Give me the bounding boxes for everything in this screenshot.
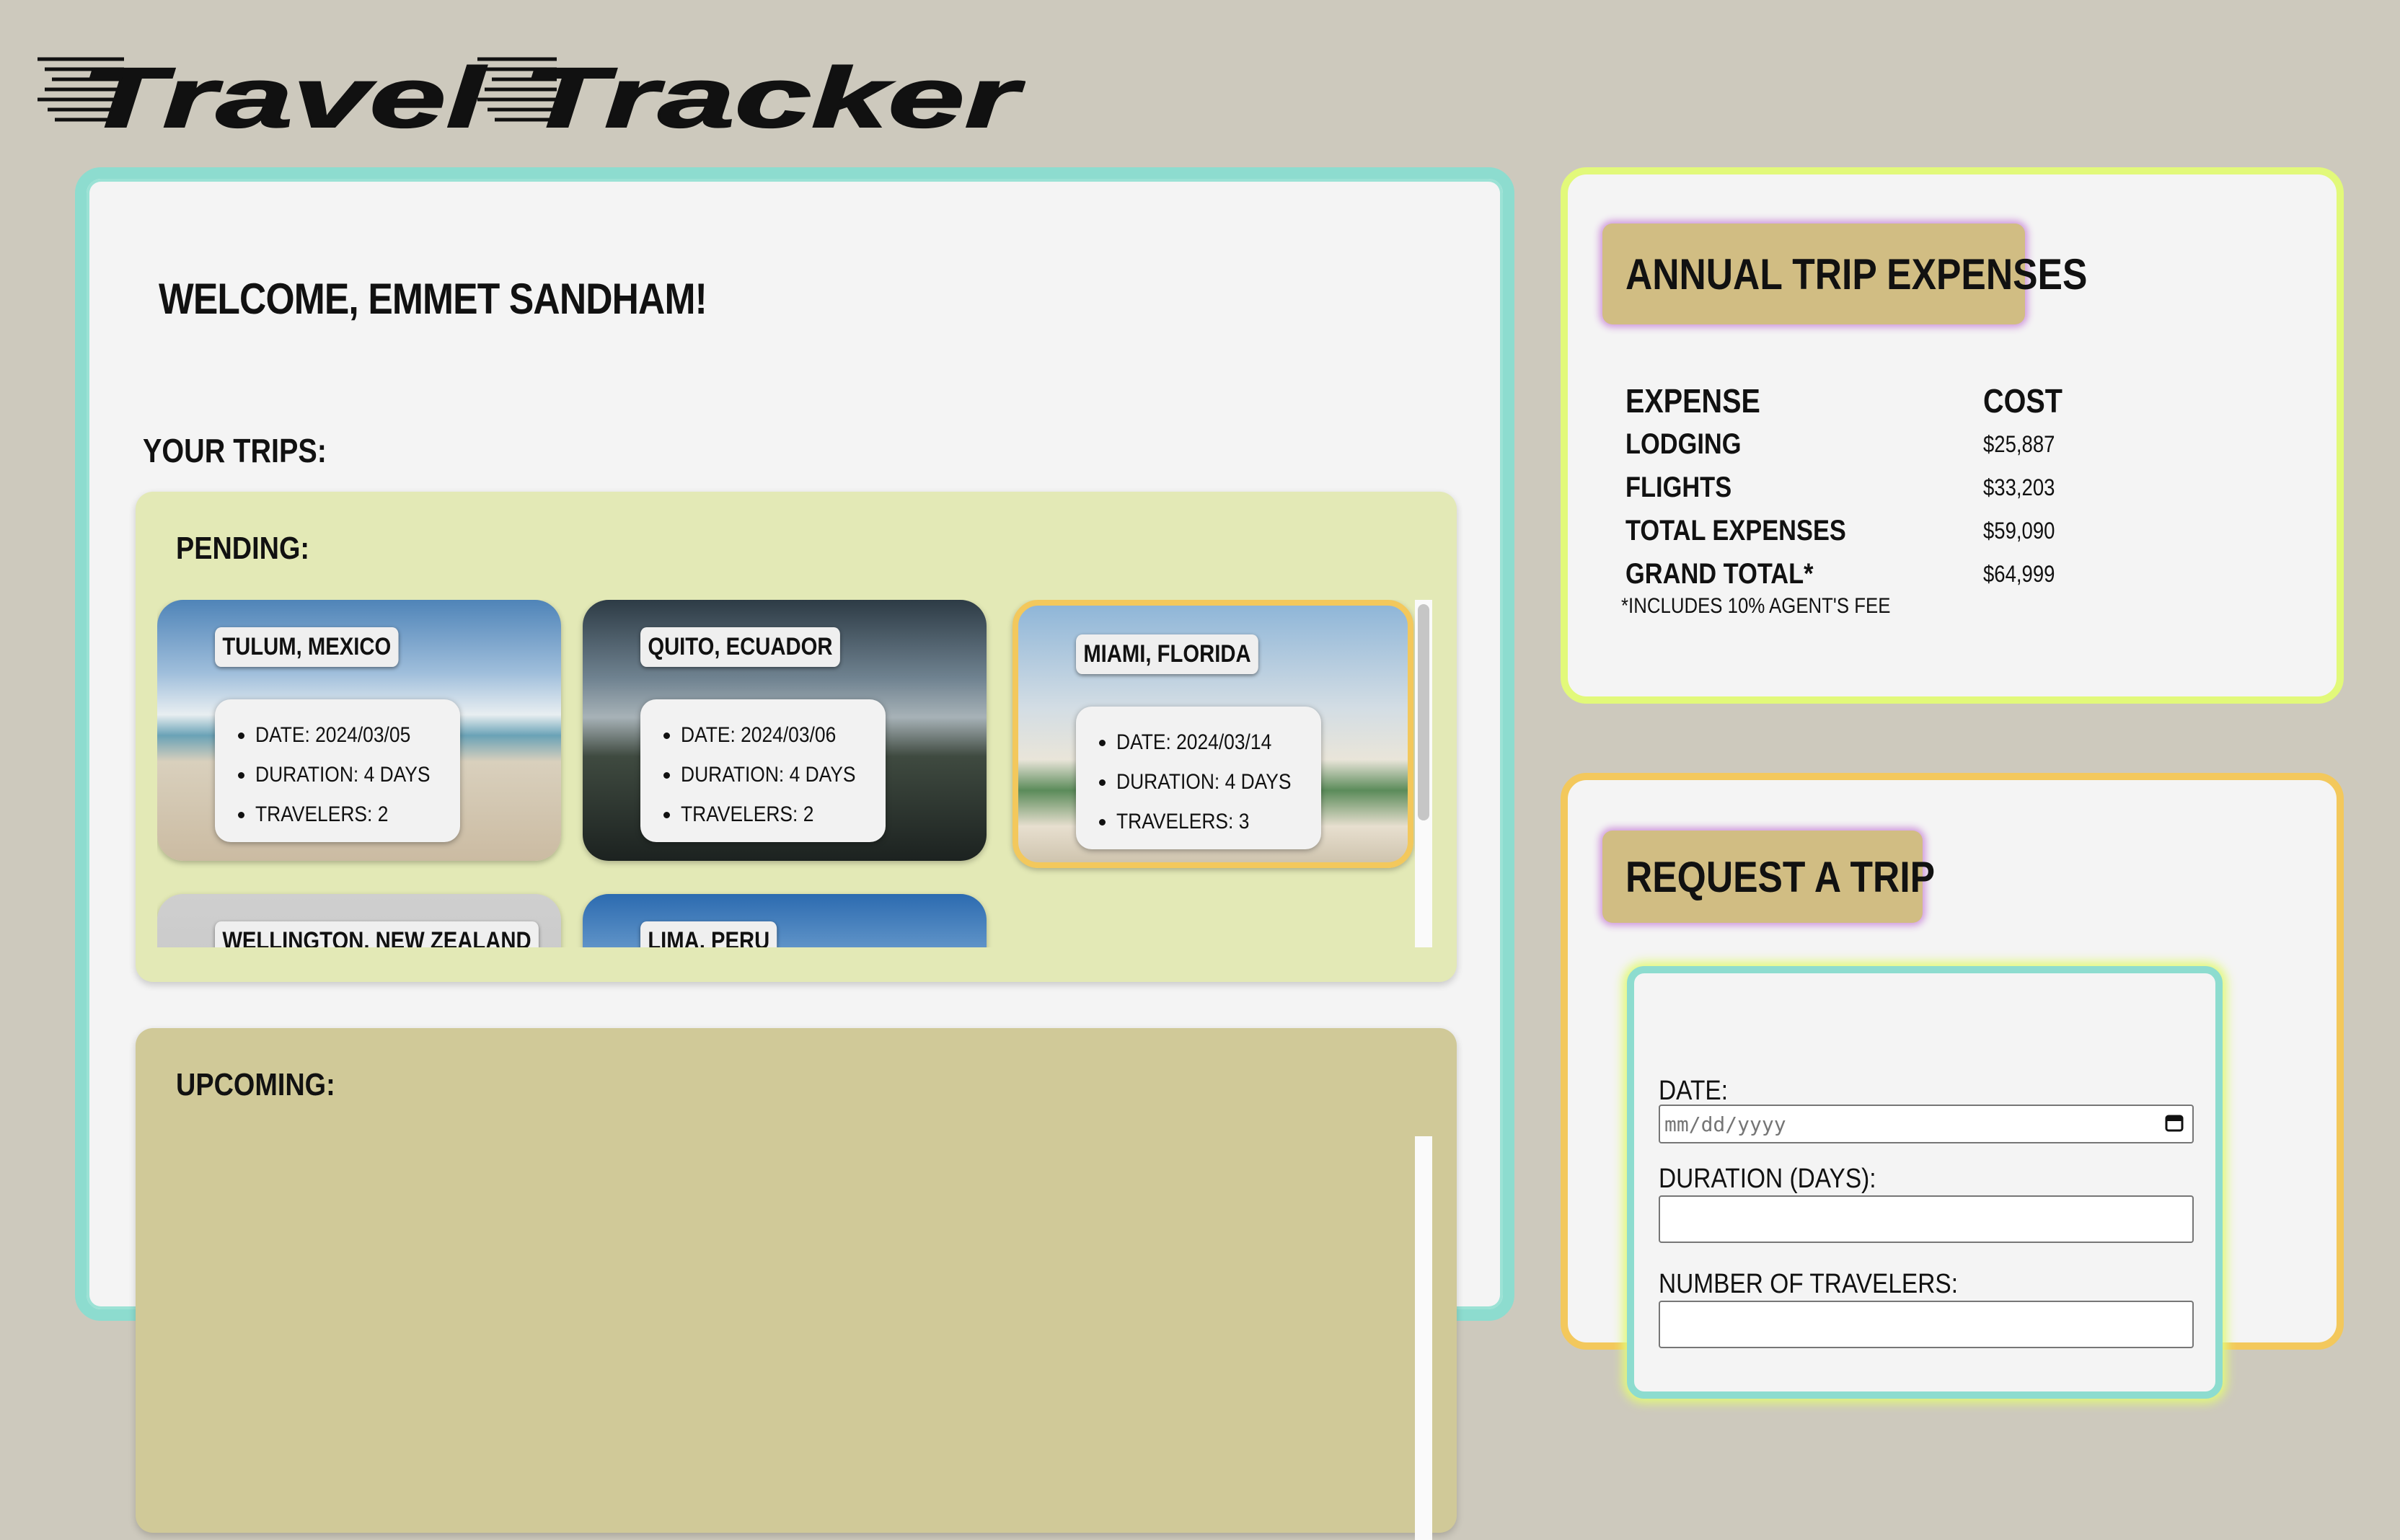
trip-card-wellington[interactable]: WELLINGTON, NEW ZEALAND	[157, 894, 561, 947]
expense-label: TOTAL EXPENSES	[1625, 514, 1846, 546]
trip-details: DATE: 2024/03/05 DURATION: 4 DAYS TRAVEL…	[215, 699, 460, 842]
duration-input[interactable]	[1659, 1195, 2194, 1243]
travelers-input[interactable]	[1659, 1301, 2194, 1348]
expense-label: GRAND TOTAL*	[1625, 557, 1814, 590]
duration-label: DURATION (DAYS):	[1659, 1164, 1876, 1194]
trip-date: DATE: 2024/03/14	[1116, 722, 1321, 762]
scrollbar-thumb[interactable]	[1418, 604, 1429, 820]
agent-fee-note: *INCLUDES 10% AGENT'S FEE	[1621, 594, 1891, 618]
expense-value: $59,090	[1983, 517, 2055, 544]
upcoming-scrollbar[interactable]	[1415, 1136, 1432, 1540]
expenses-title-chip: ANNUAL TRIP EXPENSES	[1602, 224, 2087, 324]
pending-trips-panel: PENDING: TULUM, MEXICO DATE: 2024/03/05 …	[136, 492, 1457, 982]
trip-date: DATE: 2024/03/06	[681, 715, 886, 755]
trip-destination: QUITO, ECUADOR	[640, 627, 840, 667]
table-row: GRAND TOTAL* $64,999	[1625, 552, 2075, 596]
logo-text: Travel Tracker	[81, 52, 1025, 134]
trips-card: WELCOME, EMMET SANDHAM! YOUR TRIPS: PEND…	[75, 167, 1514, 1540]
request-trip-card: REQUEST A TRIP DATE: DURATION (DAYS): NU…	[1561, 773, 2344, 1399]
expenses-card: ANNUAL TRIP EXPENSES EXPENSE COST LODGIN…	[1561, 167, 2344, 704]
trip-duration: DURATION: 4 DAYS	[255, 755, 460, 795]
trip-card-tulum[interactable]: TULUM, MEXICO DATE: 2024/03/05 DURATION:…	[157, 600, 561, 861]
trip-travelers: TRAVELERS: 2	[681, 795, 886, 834]
upcoming-title: UPCOMING:	[176, 1067, 335, 1102]
trip-duration: DURATION: 4 DAYS	[1116, 762, 1321, 802]
pending-scrollbar[interactable]	[1415, 600, 1432, 947]
expense-label: FLIGHTS	[1625, 471, 1732, 503]
table-header-row: EXPENSE COST	[1625, 379, 2075, 422]
table-row: TOTAL EXPENSES $59,090	[1625, 509, 2075, 552]
trip-travelers: TRAVELERS: 3	[1116, 802, 1321, 841]
table-row: FLIGHTS $33,203	[1625, 466, 2075, 509]
app-logo: Travel Tracker	[38, 52, 1025, 134]
table-row: LODGING $25,887	[1625, 422, 2075, 466]
trip-destination: WELLINGTON, NEW ZEALAND	[215, 921, 539, 947]
welcome-heading: WELCOME, EMMET SANDHAM!	[159, 275, 707, 323]
calendar-icon[interactable]	[2165, 1113, 2184, 1132]
request-title-chip: REQUEST A TRIP	[1602, 831, 1935, 923]
trip-details: DATE: 2024/03/14 DURATION: 4 DAYS TRAVEL…	[1076, 707, 1321, 849]
your-trips-heading: YOUR TRIPS:	[143, 432, 327, 469]
expense-label: LODGING	[1625, 428, 1742, 460]
trip-details: DATE: 2024/03/06 DURATION: 4 DAYS TRAVEL…	[640, 699, 886, 842]
pending-trips-list[interactable]: TULUM, MEXICO DATE: 2024/03/05 DURATION:…	[157, 600, 1429, 947]
trip-date: DATE: 2024/03/05	[255, 715, 460, 755]
trip-card-quito[interactable]: QUITO, ECUADOR DATE: 2024/03/06 DURATION…	[583, 600, 987, 861]
pending-title: PENDING:	[176, 531, 310, 566]
request-trip-form: DATE: DURATION (DAYS): NUMBER OF TRAVELE…	[1627, 966, 2223, 1399]
request-title: REQUEST A TRIP	[1625, 853, 1936, 901]
date-field[interactable]	[1659, 1105, 2194, 1143]
travelers-label: NUMBER OF TRAVELERS:	[1659, 1269, 1958, 1299]
trip-destination: LIMA, PERU	[640, 921, 777, 947]
date-input[interactable]	[1659, 1105, 2194, 1143]
expenses-title: ANNUAL TRIP EXPENSES	[1625, 250, 2088, 298]
expense-value: $33,203	[1983, 474, 2055, 500]
column-header-expense: EXPENSE	[1625, 382, 1760, 420]
trip-travelers: TRAVELERS: 2	[255, 795, 460, 834]
upcoming-trips-panel: UPCOMING:	[136, 1028, 1457, 1540]
trip-card-miami[interactable]: MIAMI, FLORIDA DATE: 2024/03/14 DURATION…	[1012, 600, 1413, 868]
trip-duration: DURATION: 4 DAYS	[681, 755, 886, 795]
expense-value: $64,999	[1983, 560, 2055, 587]
column-header-cost: COST	[1983, 382, 2062, 420]
trip-destination: TULUM, MEXICO	[215, 627, 399, 667]
trip-destination: MIAMI, FLORIDA	[1076, 634, 1258, 674]
expenses-table: EXPENSE COST LODGING $25,887 FLIGHTS $33…	[1625, 379, 2075, 596]
expense-value: $25,887	[1983, 430, 2055, 457]
trip-card-lima[interactable]: LIMA, PERU	[583, 894, 987, 947]
date-label: DATE:	[1659, 1076, 1729, 1106]
